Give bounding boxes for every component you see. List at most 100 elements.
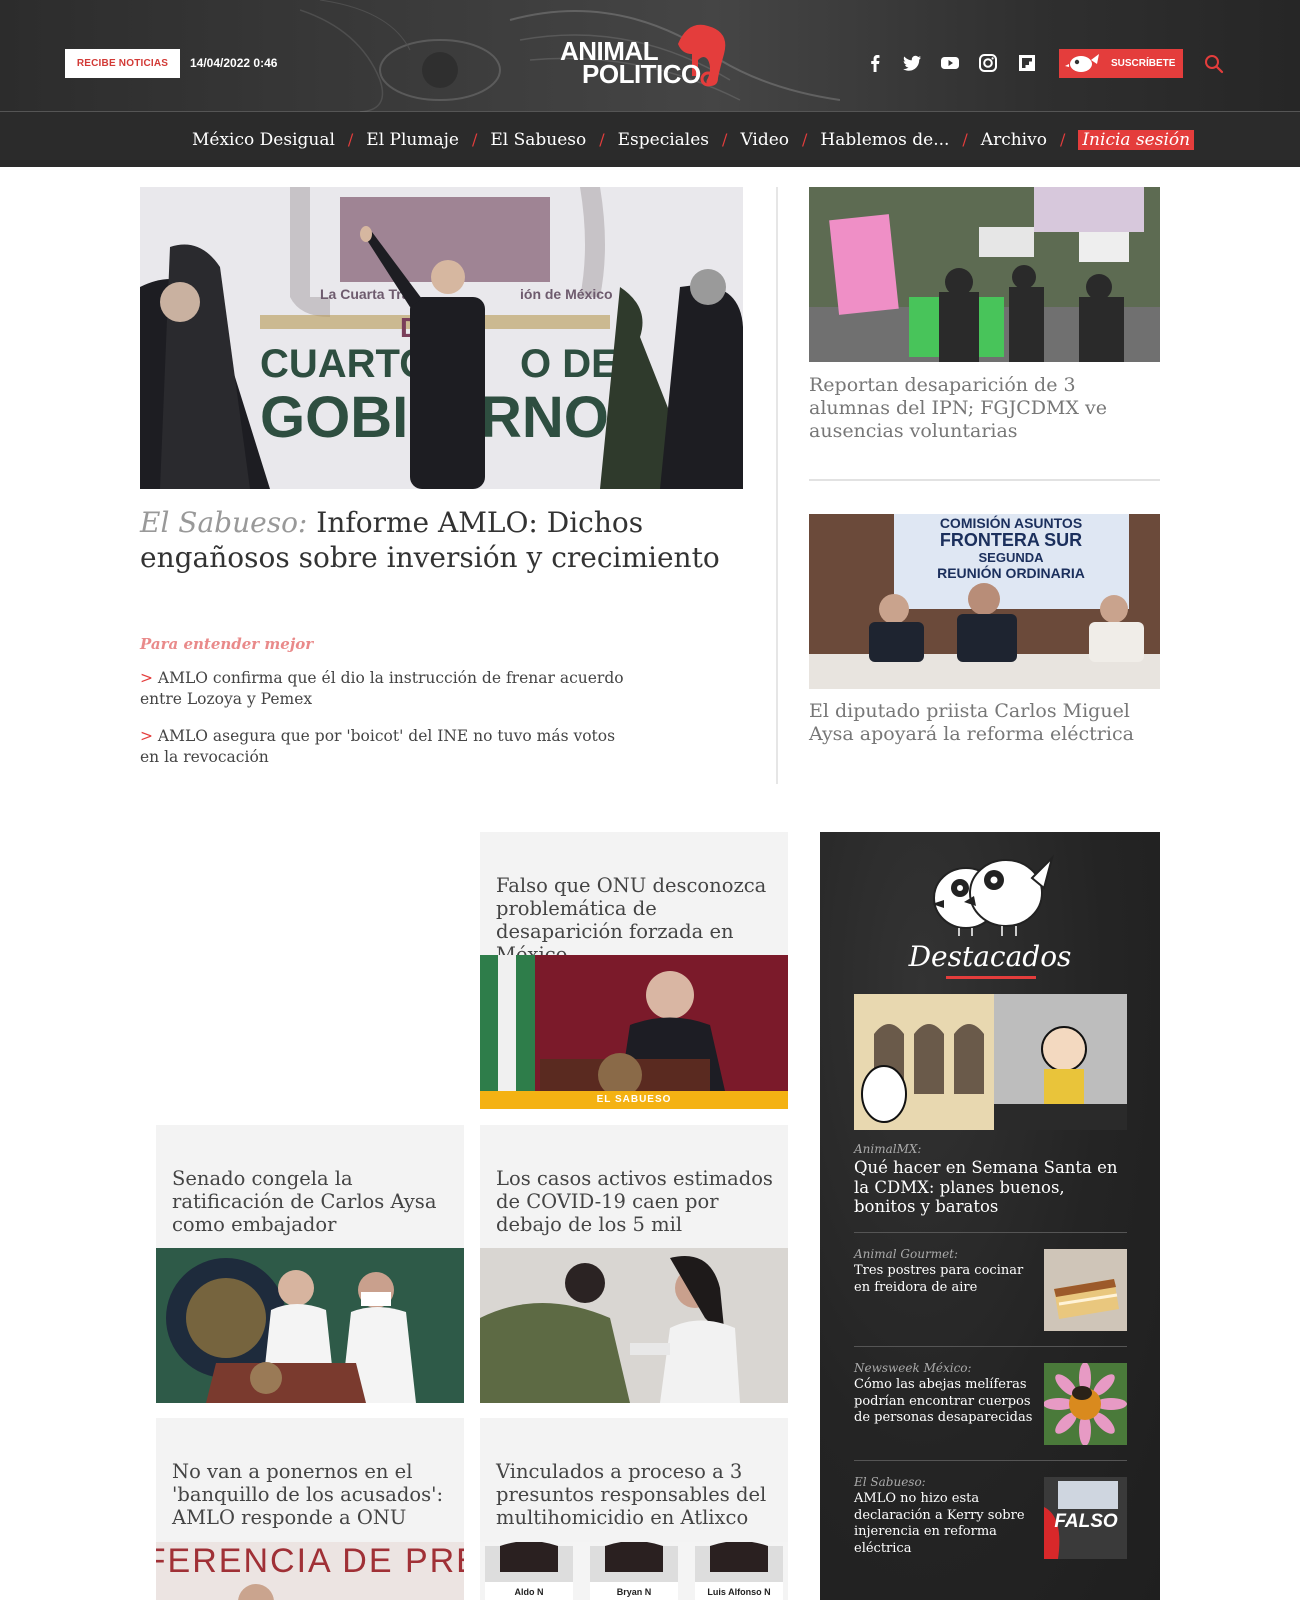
subscribe-label: SUSCRÍBETE [1111, 58, 1176, 69]
arrow-marker: > [140, 727, 153, 745]
nav-separator: / [471, 130, 478, 149]
news-card-title: Falso que ONU desconozca problemática de… [496, 874, 767, 966]
side-divider [809, 479, 1160, 481]
news-card-image: CONFERENCIA DE PRENSA [156, 1542, 464, 1600]
press-conference-illustration [156, 1248, 464, 1403]
bee-flower-illustration [1044, 1363, 1127, 1445]
hero-headline[interactable]: El Sabueso: Informe AMLO: Dichos engaños… [140, 505, 740, 575]
congress-photo-illustration: COMISIÓN ASUNTOS FRONTERA SUR SEGUNDA RE… [809, 514, 1160, 689]
featured-item-kicker: El Sabueso: [854, 1475, 926, 1489]
suspect-name: Luis Alfonso N [707, 1587, 770, 1597]
logo-text-politico: POLITICO [582, 59, 701, 89]
featured-item-image [1044, 1249, 1127, 1331]
related-link-text: AMLO asegura que por 'boicot' del INE no… [140, 727, 616, 766]
hero-image-text: CUARTO [260, 342, 430, 386]
news-card[interactable]: Los casos activos estimados de COVID-19 … [480, 1125, 788, 1403]
twitter-icon[interactable] [901, 52, 923, 74]
news-card-image: Aldo N Bryan N Luis Alfonso N [480, 1542, 788, 1600]
nav-item-mexico-desigual[interactable]: México Desigual [192, 130, 335, 150]
hero-image-text: GOBI [260, 385, 408, 450]
facebook-icon[interactable] [864, 52, 886, 74]
news-card[interactable]: Falso que ONU desconozca problemática de… [480, 832, 788, 1109]
youtube-icon[interactable] [939, 52, 961, 74]
featured-title: Destacados [908, 940, 1072, 973]
featured-item-image [1044, 1363, 1127, 1445]
hero-image-text: O DE [520, 342, 618, 386]
related-link[interactable]: > AMLO asegura que por 'boicot' del INE … [140, 726, 630, 768]
nav-item-el-plumaje[interactable]: El Plumaje [366, 130, 459, 150]
banner-text: SEGUNDA [978, 550, 1044, 565]
news-card-title: Los casos activos estimados de COVID-19 … [496, 1167, 773, 1236]
featured-item-title: Cómo las abejas melíferas podrían encont… [854, 1377, 1033, 1425]
login-link[interactable]: Inicia sesión [1078, 129, 1195, 150]
featured-item-kicker: Newsweek México: [854, 1361, 972, 1375]
suspect-name: Bryan N [617, 1587, 652, 1597]
hero-image-text: La Cuarta Tra [320, 286, 410, 302]
nav-item-archivo[interactable]: Archivo [981, 130, 1047, 150]
hero-image-text: RNO [480, 385, 609, 450]
site-logo[interactable]: ANIMAL POLITICO [558, 24, 743, 89]
side-article-image[interactable]: COMISIÓN ASUNTOS FRONTERA SUR SEGUNDA RE… [809, 514, 1160, 689]
nav-item-video[interactable]: Video [740, 130, 789, 150]
main-navigation: México Desigual / El Plumaje / El Sabueso /… [0, 112, 1300, 167]
banner-text: REUNIÓN ORDINARIA [937, 564, 1085, 581]
news-card-title: Vinculados a proceso a 3 presuntos respo… [496, 1460, 767, 1529]
featured-main-title[interactable]: Qué hacer en Semana Santa en la CDMX: pl… [854, 1158, 1127, 1217]
receive-news-button[interactable]: RECIBE NOTICIAS [65, 49, 180, 78]
search-icon[interactable] [1203, 53, 1225, 75]
image-caption-text: CONFERENCIA DE PRENSA [156, 1542, 464, 1580]
banner-text: COMISIÓN ASUNTOS [940, 514, 1082, 531]
suspects-photos-illustration: Aldo N Bryan N Luis Alfonso N [480, 1542, 788, 1600]
bird-icon [1065, 54, 1099, 72]
section-tag[interactable]: EL SABUESO [480, 1091, 788, 1109]
press-room-illustration: CONFERENCIA DE PRENSA [156, 1542, 464, 1600]
vaccination-illustration [480, 1248, 788, 1403]
suspect-name: Aldo N [515, 1587, 544, 1597]
featured-item-title: Tres postres para cocinar en freidora de… [854, 1263, 1024, 1295]
featured-item-kicker: Animal Gourmet: [854, 1247, 959, 1261]
nav-separator: / [722, 130, 728, 149]
news-card-image [480, 1248, 788, 1403]
birds-mascot-icon [932, 854, 1054, 936]
dessert-illustration [1044, 1249, 1127, 1331]
hero-image[interactable]: La Cuarta Tra ión de México D CUARTO O D… [140, 187, 743, 489]
understand-better-label: Para entender mejor [140, 635, 314, 653]
nav-separator: / [599, 130, 605, 149]
news-card[interactable]: No van a ponernos en el 'banquillo de lo… [156, 1418, 464, 1600]
featured-main-image[interactable] [854, 994, 1127, 1130]
news-card-image [480, 955, 788, 1091]
snoopy-exhibit-illustration [854, 994, 1127, 1130]
side-article-title[interactable]: El diputado priista Carlos Miguel Aysa a… [809, 700, 1160, 746]
subscribe-button[interactable]: SUSCRÍBETE [1059, 49, 1183, 78]
featured-underline [946, 976, 1036, 979]
amlo-podium-illustration [480, 955, 788, 1091]
nav-separator: / [347, 130, 354, 149]
falso-stamp-text: FALSO [1054, 1511, 1118, 1532]
news-card-image [156, 1248, 464, 1403]
arrow-marker: > [140, 669, 153, 687]
nav-separator: / [1059, 130, 1066, 149]
featured-panel: Destacados AnimalMX: Qué hacer en Semana… [820, 832, 1160, 1600]
hero-photo-illustration: La Cuarta Tra ión de México D CUARTO O D… [140, 187, 743, 489]
nav-item-especiales[interactable]: Especiales [618, 130, 709, 150]
nav-item-el-sabueso[interactable]: El Sabueso [490, 130, 586, 150]
flipboard-icon[interactable] [1016, 52, 1038, 74]
instagram-icon[interactable] [977, 52, 999, 74]
related-link[interactable]: > AMLO confirma que él dio la instrucció… [140, 668, 630, 710]
featured-item[interactable]: Animal Gourmet: Tres postres para cocina… [854, 1232, 1127, 1346]
nav-item-hablemos-de[interactable]: Hablemos de... [820, 130, 949, 150]
site-header: RECIBE NOTICIAS 14/04/2022 0:46 ANIMAL P… [0, 0, 1300, 112]
featured-main-kicker: AnimalMX: [854, 1142, 922, 1156]
hero-image-text: ión de México [520, 286, 613, 302]
featured-item[interactable]: Newsweek México: Cómo las abejas melífer… [854, 1346, 1127, 1460]
current-datetime: 14/04/2022 0:46 [190, 56, 278, 70]
news-card[interactable]: Vinculados a proceso a 3 presuntos respo… [480, 1418, 788, 1600]
nav-separator: / [802, 130, 808, 149]
side-article-image[interactable] [809, 187, 1160, 362]
side-article-title[interactable]: Reportan desaparición de 3 alumnas del I… [809, 374, 1160, 443]
featured-item-title: AMLO no hizo esta declaración a Kerry so… [854, 1491, 1025, 1556]
news-card[interactable]: Senado congela la ratificación de Carlos… [156, 1125, 464, 1403]
banner-text: FRONTERA SUR [940, 530, 1082, 550]
featured-item-image: FALSO [1044, 1477, 1127, 1559]
featured-item[interactable]: El Sabueso: AMLO no hizo esta declaració… [854, 1460, 1127, 1600]
